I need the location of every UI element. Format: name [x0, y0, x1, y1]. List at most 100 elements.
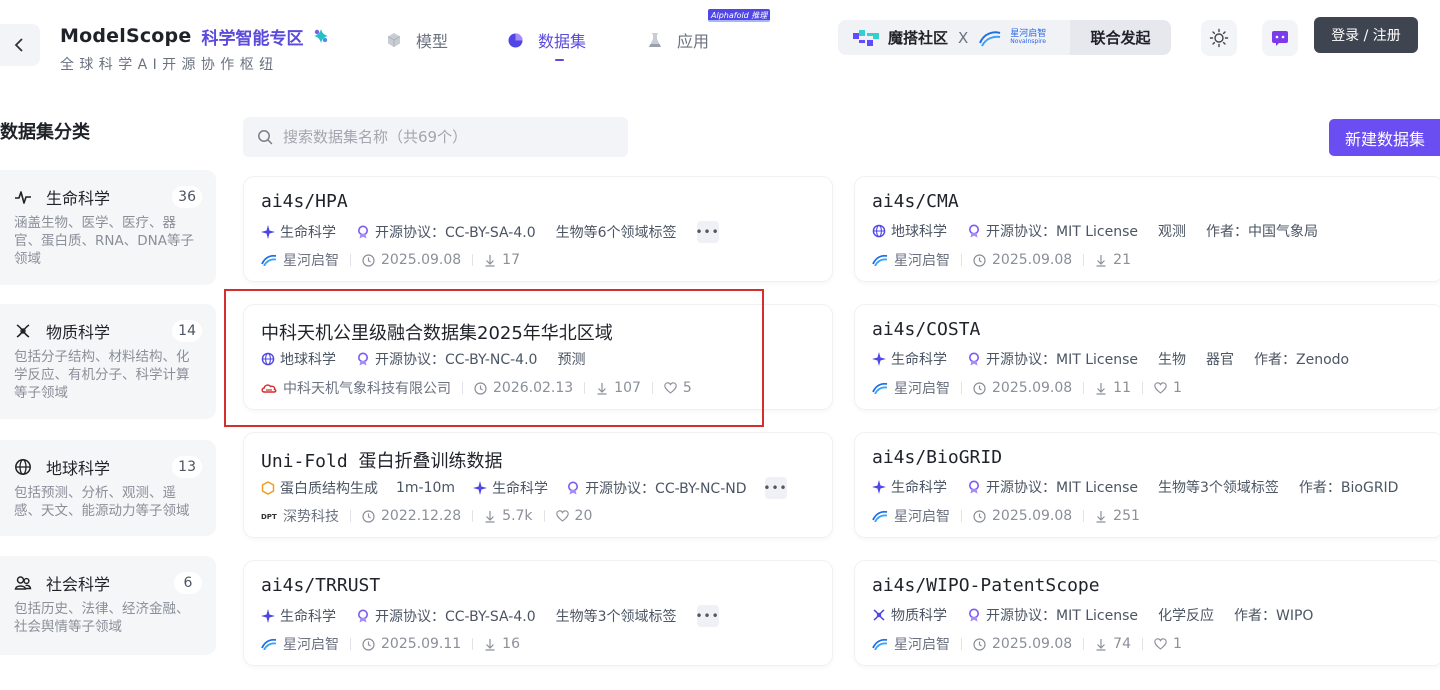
category-name: 物质科学: [46, 323, 111, 342]
tag-label: 物质科学: [891, 608, 947, 624]
domain-tag[interactable]: 生命科学: [261, 606, 336, 626]
publisher[interactable]: 星河启智: [872, 634, 950, 654]
collab-brand-name: 魔搭社区: [888, 29, 949, 47]
dataset-card[interactable]: Uni-Fold 蛋白折叠训练数据 蛋白质结构生成 1m-10m 生命科学 开源…: [244, 433, 832, 537]
message-button[interactable]: [1262, 20, 1298, 56]
license-tag[interactable]: 开源协议：MIT License: [967, 221, 1138, 241]
domain-tag[interactable]: 地球科学: [872, 221, 947, 241]
brand[interactable]: ModelScope 科学智能专区 全球科学AI开源协作枢纽: [60, 24, 329, 74]
author-tag[interactable]: 作者：BioGRID: [1299, 477, 1399, 497]
dataset-title[interactable]: ai4s/TRRUST: [261, 575, 380, 596]
domain-tag[interactable]: 物质科学: [872, 605, 947, 625]
dataset-title[interactable]: Uni-Fold 蛋白折叠训练数据: [261, 447, 503, 473]
dataset-title[interactable]: ai4s/COSTA: [872, 319, 980, 340]
category-matter-science[interactable]: 物质科学 14 包括分子结构、材料结构、化学反应、有机分子、科学计算等子领域: [0, 304, 216, 419]
field-tag[interactable]: 预测: [557, 349, 585, 369]
like-count[interactable]: 5: [664, 380, 692, 396]
more-tags-button[interactable]: •••: [695, 221, 719, 243]
publisher[interactable]: 星河启智: [872, 250, 950, 270]
field-tag[interactable]: 化学反应: [1158, 605, 1214, 625]
license-tag[interactable]: 开源协议：CC-BY-NC-4.0: [356, 349, 537, 369]
license-tag[interactable]: 开源协议：MIT License: [967, 349, 1138, 369]
dataset-card[interactable]: ai4s/TRRUST 生命科学 开源协议：CC-BY-SA-4.0 生物等3个…: [244, 561, 832, 665]
nav-datasets[interactable]: 数据集: [507, 28, 586, 61]
sparkle-logo-icon: [314, 29, 329, 43]
category-life-science[interactable]: 生命科学 36 涵盖生物、医学、医疗、器官、蛋白质、RNA、DNA等子领域: [0, 170, 216, 285]
category-count: 14: [172, 320, 202, 342]
domain-tag[interactable]: 生命科学: [261, 222, 336, 242]
downloads-label: 5.7k: [502, 508, 533, 524]
size-tag[interactable]: 1m-10m: [396, 480, 455, 496]
alphafold-badge[interactable]: Alphafold 推理: [708, 9, 771, 22]
category-social-science[interactable]: 社会科学 6 包括历史、法律、经济金融、社会舆情等子领域: [0, 556, 216, 655]
back-button[interactable]: [0, 24, 40, 66]
like-count[interactable]: 1: [1154, 380, 1182, 396]
domain-tag[interactable]: 生命科学: [872, 349, 947, 369]
matter-science-icon: [14, 322, 32, 340]
dataset-title[interactable]: 中科天机公里级融合数据集2025年华北区域: [261, 319, 613, 345]
novainspire-logo-icon: [872, 254, 888, 266]
field-tag[interactable]: 生物等3个领域标签: [1158, 477, 1279, 497]
author-tag[interactable]: 作者：WIPO: [1234, 605, 1313, 625]
nav-models-label: 模型: [416, 32, 449, 51]
like-count[interactable]: 1: [1154, 636, 1182, 652]
category-earth-science[interactable]: 地球科学 13 包括预测、分析、观测、遥感、天文、能源动力等子领域: [0, 440, 216, 536]
nav-apps[interactable]: 应用: [647, 28, 709, 52]
dataset-title[interactable]: ai4s/CMA: [872, 191, 959, 212]
life-science-icon: [872, 352, 886, 366]
author-tag[interactable]: 作者：中国气象局: [1206, 221, 1318, 241]
download-icon: [1096, 510, 1106, 523]
field-tag[interactable]: 观测: [1158, 221, 1186, 241]
update-date: 2025.09.08: [973, 508, 1072, 524]
dataset-card[interactable]: ai4s/HPA 生命科学 开源协议：CC-BY-SA-4.0 生物等6个领域标…: [244, 177, 832, 281]
dataset-card[interactable]: ai4s/COSTA 生命科学 开源协议：MIT License 生物 器官 作…: [855, 305, 1440, 409]
field-tag[interactable]: 器官: [1206, 349, 1234, 369]
divider: [472, 254, 474, 266]
new-dataset-button[interactable]: 新建数据集: [1329, 119, 1440, 156]
publisher[interactable]: 星河启智: [261, 634, 339, 654]
author-tag[interactable]: 作者：Zenodo: [1254, 349, 1349, 369]
dataset-title[interactable]: ai4s/WIPO-PatentScope: [872, 575, 1100, 596]
domain-tag[interactable]: 生命科学: [872, 477, 947, 497]
field-tag[interactable]: 生物等6个领域标签: [556, 222, 677, 242]
collab-action[interactable]: 联合发起: [1070, 20, 1171, 55]
dataset-card[interactable]: ai4s/CMA 地球科学 开源协议：MIT License 观测 作者：中国气…: [855, 177, 1440, 281]
license-tag[interactable]: 开源协议：MIT License: [967, 605, 1138, 625]
license-tag[interactable]: 开源协议：CC-BY-NC-ND: [566, 478, 747, 498]
more-tags-button[interactable]: •••: [763, 477, 787, 499]
divider: [961, 254, 962, 266]
nav-models[interactable]: 模型: [386, 28, 448, 52]
license-tag[interactable]: 开源协议：CC-BY-SA-4.0: [356, 222, 536, 242]
field-tag[interactable]: 生物: [1158, 349, 1186, 369]
license-tag[interactable]: 开源协议：CC-BY-SA-4.0: [356, 606, 536, 626]
theme-toggle-button[interactable]: [1201, 20, 1237, 56]
domain-tag[interactable]: 地球科学: [261, 349, 336, 369]
collab-banner[interactable]: 魔搭社区 X 星河启智 NovaInspire 联合发起: [838, 20, 1171, 55]
license-tag[interactable]: 开源协议：MIT License: [967, 477, 1138, 497]
publisher[interactable]: 星河启智: [261, 250, 339, 270]
search-bar[interactable]: [243, 117, 628, 157]
like-count[interactable]: 20: [555, 508, 592, 524]
dataset-card[interactable]: ai4s/WIPO-PatentScope 物质科学 开源协议：MIT Lice…: [855, 561, 1440, 665]
publisher[interactable]: 中科天机气象科技有限公司: [261, 378, 451, 398]
publisher[interactable]: 星河启智: [872, 506, 950, 526]
dp-logo-icon: DPT: [261, 513, 277, 521]
login-register-button[interactable]: 登录 / 注册: [1314, 17, 1418, 53]
dataset-card[interactable]: ai4s/BioGRID 生命科学 开源协议：MIT License 生物等3个…: [855, 433, 1440, 537]
license-icon: [358, 609, 368, 623]
downloads-label: 16: [502, 636, 520, 652]
more-tags-button[interactable]: •••: [695, 605, 719, 627]
dataset-card[interactable]: 中科天机公里级融合数据集2025年华北区域 地球科学 开源协议：CC-BY-NC…: [244, 305, 832, 409]
search-input[interactable]: [283, 128, 603, 146]
downloads-label: 107: [614, 380, 641, 396]
dataset-title[interactable]: ai4s/BioGRID: [872, 447, 1002, 468]
domain-tag[interactable]: 生命科学: [473, 478, 548, 498]
task-tag[interactable]: 蛋白质结构生成: [261, 478, 378, 498]
category-count: 36: [172, 186, 202, 208]
field-tag[interactable]: 生物等3个领域标签: [556, 606, 677, 626]
publisher[interactable]: DPT 深势科技: [261, 506, 339, 526]
life-science-icon: [14, 188, 32, 206]
license-icon: [358, 352, 368, 366]
dataset-title[interactable]: ai4s/HPA: [261, 191, 348, 212]
publisher[interactable]: 星河启智: [872, 378, 950, 398]
